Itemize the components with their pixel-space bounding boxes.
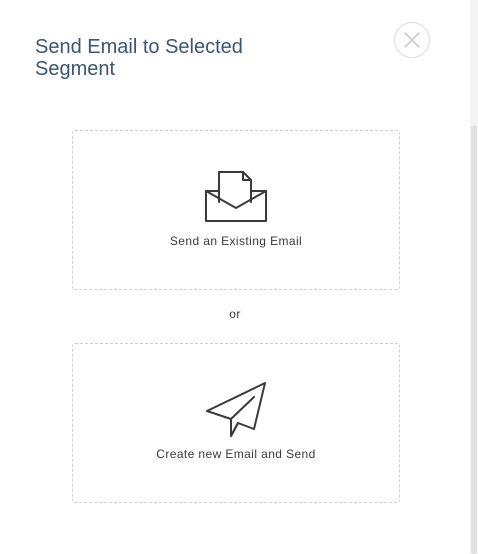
send-existing-email-option[interactable]: Send an Existing Email: [72, 130, 400, 290]
scrollbar-thumb[interactable]: [471, 126, 477, 554]
close-icon: [404, 32, 420, 48]
scrollbar[interactable]: [470, 0, 478, 554]
create-new-email-label: Create new Email and Send: [156, 447, 316, 461]
create-new-email-option[interactable]: Create new Email and Send: [72, 343, 400, 503]
paper-plane-icon: [206, 382, 266, 437]
envelope-icon: [205, 171, 267, 222]
send-existing-email-label: Send an Existing Email: [169, 234, 303, 248]
close-button[interactable]: [394, 22, 430, 58]
send-email-dialog: Send Email to Selected Segment Send an E…: [0, 0, 470, 554]
or-separator: or: [229, 307, 241, 321]
dialog-title: Send Email to Selected Segment: [35, 36, 243, 80]
